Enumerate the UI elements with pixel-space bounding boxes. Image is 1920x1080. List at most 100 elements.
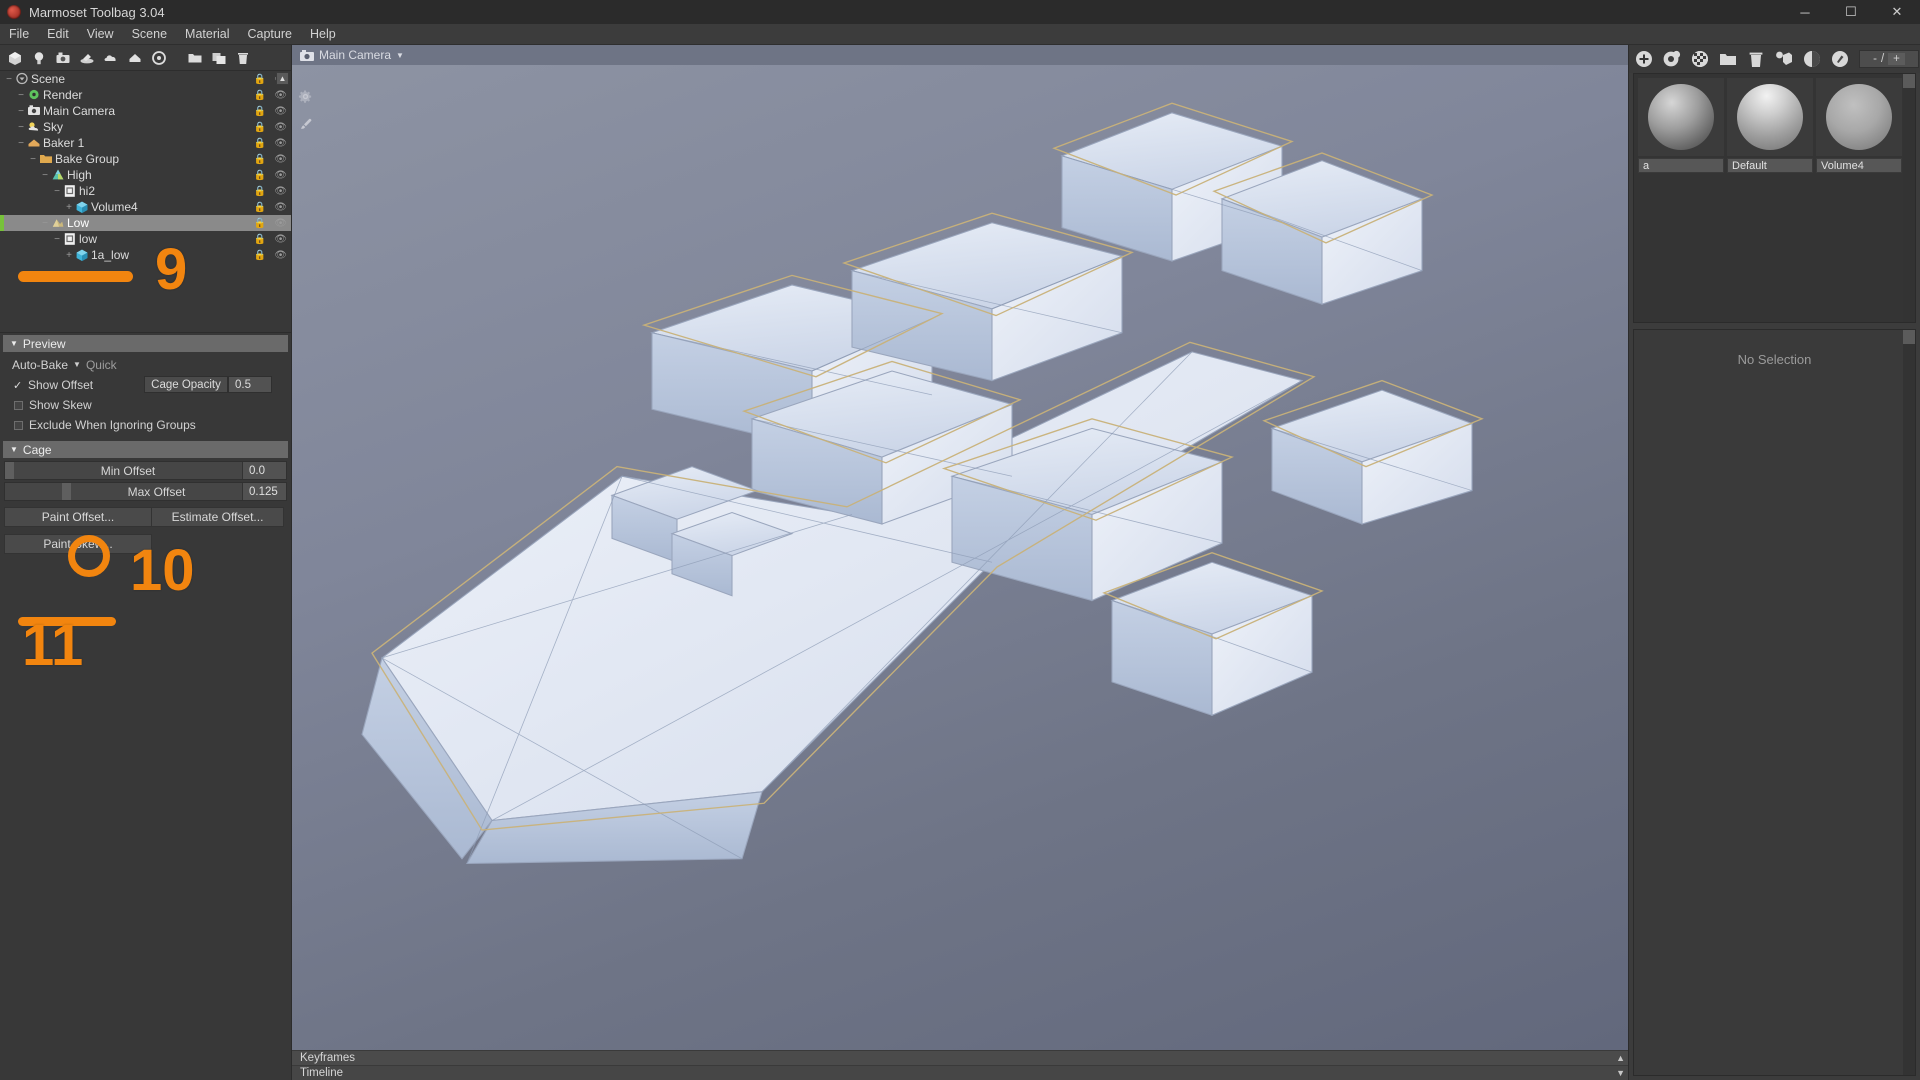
tree-scroll-up-button[interactable]: ▲ <box>276 72 289 85</box>
add-bake-icon[interactable] <box>124 47 146 69</box>
collapse-icon[interactable]: − <box>4 74 14 85</box>
scroll-up-icon[interactable]: ▲ <box>1616 1053 1625 1063</box>
material-item[interactable]: a <box>1638 78 1724 173</box>
menu-item-view[interactable]: View <box>78 24 123 45</box>
checkbox-unchecked-icon[interactable] <box>14 400 23 410</box>
material-thumbnail[interactable] <box>1638 78 1724 156</box>
eye-icon[interactable]: 👁 <box>274 138 287 149</box>
paint-skew-button[interactable]: Paint Skew... <box>4 534 152 554</box>
checker-material-icon[interactable] <box>1691 50 1709 69</box>
pick-material-icon[interactable] <box>1803 50 1821 69</box>
lock-icon[interactable]: 🔒 <box>254 186 266 197</box>
collapse-icon[interactable]: − <box>52 234 62 245</box>
slider-handle[interactable] <box>62 483 71 500</box>
maximize-button[interactable]: ☐ <box>1828 0 1874 24</box>
lock-icon[interactable]: 🔒 <box>254 234 266 245</box>
collapse-icon[interactable]: − <box>16 122 26 133</box>
max-offset-slider[interactable]: Max Offset 0.125 <box>4 482 287 501</box>
menu-item-material[interactable]: Material <box>176 24 238 45</box>
cage-opacity-value[interactable]: 0.5 <box>228 376 272 393</box>
tree-node-high[interactable]: − High 🔒 👁 <box>0 167 291 183</box>
delete-material-icon[interactable] <box>1747 50 1765 69</box>
add-mesh-icon[interactable] <box>4 47 26 69</box>
viewport-3d[interactable] <box>292 65 1628 1050</box>
lock-icon[interactable]: 🔒 <box>254 218 266 229</box>
material-name[interactable]: Default <box>1727 158 1813 173</box>
lock-icon[interactable]: 🔒 <box>254 74 266 85</box>
tree-node-baker-1[interactable]: − Baker 1 🔒 👁 <box>0 135 291 151</box>
delete-icon[interactable] <box>232 47 254 69</box>
lock-icon[interactable]: 🔒 <box>254 154 266 165</box>
close-button[interactable]: ✕ <box>1874 0 1920 24</box>
scrollbar-thumb[interactable] <box>1903 74 1915 88</box>
lock-icon[interactable]: 🔒 <box>254 122 266 133</box>
expand-icon[interactable]: + <box>64 202 74 213</box>
tree-node-low[interactable]: − Low 🔒 👁 <box>0 215 291 231</box>
paint-brush-icon[interactable] <box>296 115 314 133</box>
collapse-icon[interactable]: − <box>28 154 38 165</box>
material-name[interactable]: Volume4 <box>1816 158 1902 173</box>
eye-icon[interactable]: 👁 <box>274 218 287 229</box>
preview-panel-header[interactable]: ▼ Preview <box>3 335 288 352</box>
viewport-camera-label[interactable]: Main Camera <box>319 48 391 62</box>
max-offset-value[interactable]: 0.125 <box>242 483 286 500</box>
add-light-icon[interactable] <box>28 47 50 69</box>
lock-icon[interactable]: 🔒 <box>254 138 266 149</box>
collapse-icon[interactable]: − <box>52 186 62 197</box>
tree-node-low[interactable]: − low 🔒 👁 <box>0 231 291 247</box>
duplicate-icon[interactable] <box>208 47 230 69</box>
material-thumbnail[interactable] <box>1727 78 1813 156</box>
tree-node-render[interactable]: − Render 🔒 👁 <box>0 87 291 103</box>
eye-icon[interactable]: 👁 <box>274 154 287 165</box>
collapse-icon[interactable]: − <box>16 90 26 101</box>
menu-item-capture[interactable]: Capture <box>239 24 301 45</box>
zoom-in-button[interactable]: + <box>1888 53 1905 65</box>
edit-material-icon[interactable] <box>1831 50 1849 69</box>
duplicate-material-icon[interactable] <box>1663 50 1681 69</box>
material-thumbnail[interactable] <box>1816 78 1902 156</box>
lock-icon[interactable]: 🔒 <box>254 202 266 213</box>
chevron-down-icon[interactable]: ▼ <box>396 51 404 60</box>
add-render-icon[interactable] <box>148 47 170 69</box>
lock-icon[interactable]: 🔒 <box>254 170 266 181</box>
zoom-out-button[interactable]: - <box>1873 53 1877 65</box>
collapse-icon[interactable]: − <box>16 106 26 117</box>
eye-icon[interactable]: 👁 <box>274 202 287 213</box>
properties-scrollbar[interactable] <box>1903 330 1915 1075</box>
keyframes-bar[interactable]: Keyframes ▲ <box>292 1050 1628 1065</box>
tree-node-hi2[interactable]: − hi2 🔒 👁 <box>0 183 291 199</box>
add-camera-icon[interactable] <box>52 47 74 69</box>
add-material-icon[interactable] <box>1635 50 1653 69</box>
slider-handle[interactable] <box>5 462 14 479</box>
eye-icon[interactable]: 👁 <box>274 234 287 245</box>
eye-icon[interactable]: 👁 <box>274 106 287 117</box>
tree-node-sky[interactable]: − Sky 🔒 👁 <box>0 119 291 135</box>
material-item[interactable]: Default <box>1727 78 1813 173</box>
settings-gear-icon[interactable] <box>296 87 314 105</box>
exclude-groups-row[interactable]: Exclude When Ignoring Groups <box>0 415 291 435</box>
tree-node-main-camera[interactable]: − Main Camera 🔒 👁 <box>0 103 291 119</box>
paint-offset-button[interactable]: Paint Offset... <box>4 507 152 527</box>
open-folder-icon[interactable] <box>1719 50 1737 69</box>
min-offset-slider[interactable]: Min Offset 0.0 <box>4 461 287 480</box>
eye-icon[interactable]: 👁 <box>274 250 287 261</box>
add-turntable-icon[interactable] <box>76 47 98 69</box>
minimize-button[interactable]: ─ <box>1782 0 1828 24</box>
collapse-icon[interactable]: − <box>40 218 50 229</box>
eye-icon[interactable]: 👁 <box>274 90 287 101</box>
scroll-down-icon[interactable]: ▼ <box>1616 1068 1625 1078</box>
menu-item-edit[interactable]: Edit <box>38 24 78 45</box>
lock-icon[interactable]: 🔒 <box>254 90 266 101</box>
material-name[interactable]: a <box>1638 158 1724 173</box>
material-item[interactable]: Volume4 <box>1816 78 1902 173</box>
collapse-icon[interactable]: − <box>16 138 26 149</box>
tree-node-1a-low[interactable]: +1a_low 🔒 👁 <box>0 247 291 263</box>
tree-node-volume4[interactable]: + Volume4 🔒 👁 <box>0 199 291 215</box>
lock-icon[interactable]: 🔒 <box>254 106 266 117</box>
eye-icon[interactable]: 👁 <box>274 170 287 181</box>
add-sky-icon[interactable] <box>100 47 122 69</box>
material-scrollbar[interactable] <box>1903 74 1915 322</box>
cage-panel-header[interactable]: ▼ Cage <box>3 441 288 458</box>
menu-item-file[interactable]: File <box>0 24 38 45</box>
tree-node-scene[interactable]: −Scene🔒👁 <box>0 71 291 87</box>
